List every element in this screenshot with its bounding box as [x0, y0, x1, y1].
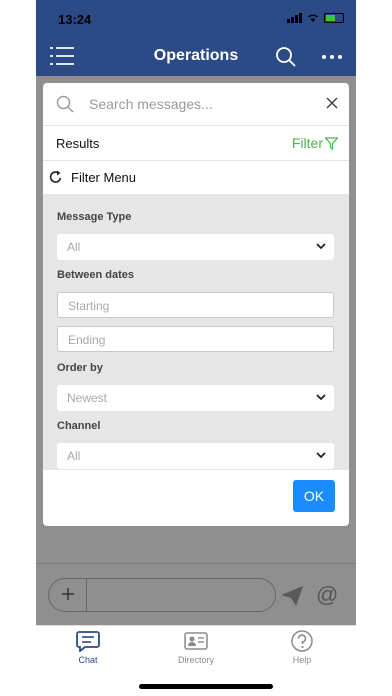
- order-by-select[interactable]: Newest: [57, 385, 334, 411]
- order-by-label: Order by: [57, 362, 103, 374]
- tab-chat[interactable]: Chat: [48, 630, 128, 665]
- results-label: Results: [56, 136, 100, 151]
- home-indicator: [139, 684, 273, 689]
- signal-icon: [287, 13, 302, 23]
- close-icon[interactable]: [326, 97, 338, 109]
- filter-button[interactable]: Filter: [292, 135, 338, 151]
- start-date-placeholder: Starting: [68, 299, 110, 313]
- tab-chat-label: Chat: [78, 655, 98, 665]
- refresh-icon[interactable]: [49, 170, 63, 184]
- between-dates-label: Between dates: [57, 269, 135, 281]
- filter-menu-header[interactable]: Filter Menu: [43, 161, 349, 194]
- results-bar: Results Filter: [43, 126, 349, 161]
- status-time: 13:24: [58, 12, 92, 27]
- search-input[interactable]: [89, 93, 309, 115]
- tab-help[interactable]: Help: [262, 630, 342, 665]
- more-dots-icon[interactable]: [321, 52, 343, 62]
- page-title: Operations: [153, 47, 239, 64]
- search-icon[interactable]: [275, 46, 297, 68]
- end-date-field[interactable]: Ending: [57, 326, 334, 352]
- mention-icon[interactable]: @: [316, 584, 338, 606]
- channel-select[interactable]: All: [57, 443, 334, 469]
- send-icon[interactable]: [280, 585, 304, 607]
- search-bar: [43, 83, 349, 126]
- funnel-icon: [325, 136, 338, 150]
- input-divider: [86, 579, 87, 611]
- chevron-down-icon: [316, 394, 326, 401]
- chevron-down-icon: [316, 452, 326, 459]
- chevron-down-icon: [316, 243, 326, 250]
- order-by-value: Newest: [67, 391, 108, 405]
- message-input[interactable]: [48, 578, 276, 612]
- ok-button[interactable]: OK: [293, 480, 335, 512]
- wifi-icon: [307, 14, 319, 22]
- channel-label: Channel: [57, 420, 101, 432]
- message-type-select[interactable]: All: [57, 234, 334, 260]
- filter-panel: Message Type All Between dates Starting …: [43, 194, 349, 470]
- chat-icon: [76, 631, 100, 652]
- phone-screen: 13:24 Operations Search messages... Resu…: [36, 0, 356, 696]
- start-date-field[interactable]: Starting: [57, 292, 334, 318]
- tab-directory-label: Directory: [177, 655, 214, 665]
- channel-value: All: [67, 449, 81, 463]
- contact-card-icon: [184, 632, 208, 650]
- filter-menu-label: Filter Menu: [71, 170, 137, 185]
- message-composer: @: [36, 563, 356, 625]
- search-filter-modal: Results Filter Filter Menu Message Type …: [43, 83, 349, 526]
- message-type-label: Message Type: [57, 211, 132, 223]
- battery-icon: [324, 13, 344, 23]
- plus-icon[interactable]: [61, 587, 75, 601]
- filter-label: Filter: [291, 135, 323, 151]
- search-icon: [56, 95, 74, 113]
- tab-directory[interactable]: Directory: [156, 630, 236, 665]
- help-icon: [291, 630, 313, 652]
- end-date-placeholder: Ending: [68, 333, 106, 347]
- status-icons: [287, 13, 344, 23]
- app-header: 13:24 Operations: [36, 0, 356, 76]
- tab-help-label: Help: [292, 655, 312, 665]
- message-type-value: All: [67, 240, 81, 254]
